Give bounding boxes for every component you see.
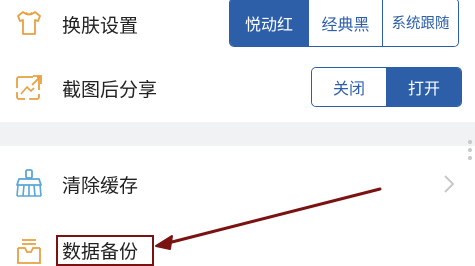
tray-icon (17, 239, 41, 264)
theme-option-black[interactable]: 经典黑 (308, 0, 382, 46)
theme-setting-row: 换肤设置 悦动红 经典黑 系统跟随 (0, 0, 475, 50)
clear-cache-row[interactable]: 清除缓存 (0, 146, 475, 222)
share-image-icon (16, 75, 42, 100)
share-setting-label: 截图后分享 (62, 79, 158, 101)
theme-option-system[interactable]: 系统跟随 (382, 0, 458, 46)
section-gap (0, 122, 475, 146)
theme-segmented-control: 悦动红 经典黑 系统跟随 (229, 0, 459, 47)
share-option-off[interactable]: 关闭 (312, 68, 386, 106)
scrollbar-indicator (467, 140, 473, 162)
tshirt-icon (17, 11, 41, 35)
theme-option-red[interactable]: 悦动红 (230, 0, 308, 46)
theme-setting-label: 换肤设置 (62, 15, 139, 37)
broom-icon (16, 169, 42, 197)
share-setting-row: 截图后分享 关闭 打开 (0, 50, 475, 122)
share-option-on[interactable]: 打开 (386, 68, 461, 106)
share-segmented-control: 关闭 打开 (311, 67, 462, 107)
clear-cache-label: 清除缓存 (62, 175, 139, 197)
highlight-box (56, 235, 154, 266)
chevron-right-icon (444, 175, 455, 193)
